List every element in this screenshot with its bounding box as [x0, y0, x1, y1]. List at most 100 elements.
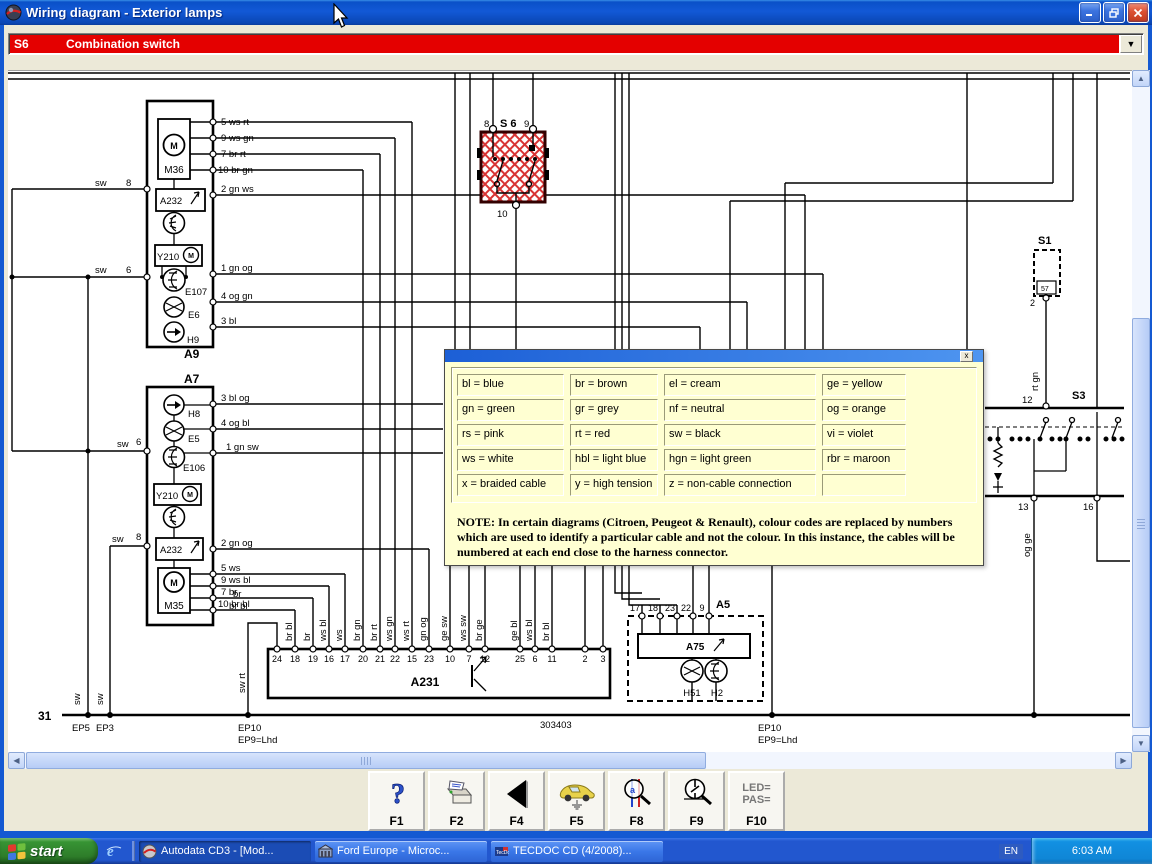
vertical-scrollbar[interactable]: ▲ ▼ [1132, 70, 1150, 752]
taskbar-task-tecdoc[interactable]: TecDo TECDOC CD (4/2008)... [491, 841, 663, 862]
diagram-label: 1 gn sw [226, 442, 259, 453]
legend-cell: og = orange [822, 399, 906, 421]
component-selector[interactable]: S6 Combination switch ▼ [8, 33, 1144, 55]
task-label: Ford Europe - Microc... [337, 845, 449, 857]
window-title: Wiring diagram - Exterior lamps [26, 5, 1077, 20]
svg-text:?: ? [391, 779, 405, 810]
component-a7[interactable] [144, 387, 216, 625]
diagram-label: A9 [184, 347, 200, 361]
pin-number: 11 [547, 654, 556, 664]
legend-cell: vi = violet [822, 424, 906, 446]
led-label: LED= [742, 782, 770, 794]
diagram-label: 6 [136, 437, 141, 448]
power-bus-lines [8, 73, 1130, 79]
function-toolbar: ? F1 F2 F4 [368, 771, 788, 831]
diagram-label: 12 [1022, 395, 1033, 406]
legend-cell: hbl = light blue [570, 449, 658, 471]
taskbar: start e Autodata CD3 - [Mod... Ford Euro… [0, 838, 1152, 864]
wire-label: ws [334, 629, 345, 642]
pin-number: 19 [308, 654, 318, 664]
scroll-down-button[interactable]: ▼ [1132, 735, 1150, 752]
scroll-right-button[interactable]: ▶ [1115, 752, 1132, 769]
zoom-wires-icon: a [620, 776, 654, 812]
language-indicator[interactable]: EN [999, 844, 1023, 859]
diagram-label: sw rt [237, 673, 248, 693]
diagram-label: 9 ws bl [221, 575, 251, 586]
svg-text:TecDo: TecDo [496, 850, 509, 856]
back-icon [504, 776, 530, 812]
scroll-left-button[interactable]: ◀ [8, 752, 25, 769]
taskbar-task-ford[interactable]: Ford Europe - Microc... [315, 841, 487, 862]
legend-grid: bl = bluebr = brownel = creamge = yellow… [457, 374, 971, 496]
wire-label: br gn [352, 619, 363, 641]
diagram-label: 31 [38, 709, 52, 723]
task-label: Autodata CD3 - [Mod... [161, 845, 274, 857]
legend-table-frame: bl = bluebr = brownel = creamge = yellow… [451, 367, 977, 503]
diagram-label: M36 [164, 165, 184, 176]
connector-pin [517, 646, 523, 652]
pin-number: 15 [407, 654, 417, 664]
popup-close-button[interactable]: x [960, 351, 973, 362]
window-border-left [0, 25, 4, 831]
diagram-label: 2 [1030, 298, 1035, 308]
wire-label: ws sw [458, 615, 469, 642]
component-a231[interactable] [268, 649, 610, 698]
f5-vehicle-button[interactable]: F5 [548, 771, 605, 831]
horizontal-scrollbar[interactable]: ◀ ▶ [8, 752, 1132, 769]
legend-cell: y = high tension [570, 474, 658, 496]
diagram-label: og ge [1022, 533, 1033, 557]
minimize-button[interactable] [1079, 2, 1101, 23]
scroll-up-button[interactable]: ▲ [1132, 70, 1150, 87]
component-s3[interactable] [985, 403, 1124, 501]
diagram-label: 9 ws gn [221, 133, 254, 144]
pin-number: 17 [630, 603, 640, 613]
f1-help-button[interactable]: ? F1 [368, 771, 425, 831]
pin-number: 18 [290, 654, 300, 664]
pin-number: 23 [665, 603, 675, 613]
connector-pin [674, 613, 680, 619]
restore-button[interactable] [1103, 2, 1125, 23]
diagram-label: br bl [229, 601, 247, 612]
pin-number: 24 [272, 654, 282, 664]
popup-title-bar[interactable]: x [445, 350, 983, 362]
horizontal-scroll-thumb[interactable] [26, 752, 706, 769]
pin-number: 10 [445, 654, 455, 664]
component-s6-highlighted[interactable] [477, 126, 549, 209]
colour-code-popup: x bl = bluebr = brownel = creamge = yell… [444, 349, 984, 566]
f2-print-button[interactable]: F2 [428, 771, 485, 831]
close-button[interactable] [1127, 2, 1149, 23]
selector-dropdown-button[interactable]: ▼ [1120, 35, 1142, 53]
legend-cell: el = cream [664, 374, 816, 396]
taskbar-task-autodata[interactable]: Autodata CD3 - [Mod... [139, 841, 311, 862]
connector-pin [392, 646, 398, 652]
legend-cell: z = non-cable connection [664, 474, 816, 496]
diagram-label: E5 [188, 434, 200, 445]
f8-search-wires-button[interactable]: a F8 [608, 771, 665, 831]
f-key-label: F2 [449, 814, 463, 828]
connector-pin [639, 613, 645, 619]
wire-label: br bl [284, 623, 295, 641]
start-button[interactable]: start [0, 838, 98, 864]
pin-number: 16 [324, 654, 334, 664]
legend-cell: nf = neutral [664, 399, 816, 421]
f4-back-button[interactable]: F4 [488, 771, 545, 831]
f9-search-component-button[interactable]: F9 [668, 771, 725, 831]
windows-logo-icon [7, 842, 27, 860]
component-s1[interactable] [1034, 250, 1060, 301]
vertical-scroll-thumb[interactable] [1132, 318, 1150, 728]
wire-label: ws bl [524, 619, 535, 642]
connector-pin [292, 646, 298, 652]
pin-number: 7 [466, 654, 471, 664]
quick-launch-ie[interactable]: e [104, 841, 124, 861]
clock[interactable]: 6:03 AM [1072, 845, 1112, 857]
wire-label: br ge [474, 619, 485, 641]
pin-number: 20 [358, 654, 368, 664]
system-tray: 6:03 AM [1031, 838, 1152, 864]
component-label: A231 [411, 675, 440, 689]
diagram-label: EP10 [758, 723, 781, 734]
diagram-label: S3 [1072, 390, 1085, 402]
pin-number: 22 [390, 654, 400, 664]
f10-led-pas-button[interactable]: LED= PAS= F10 [728, 771, 785, 831]
pin-number: 22 [681, 603, 691, 613]
diagram-label: 303403 [540, 720, 572, 731]
